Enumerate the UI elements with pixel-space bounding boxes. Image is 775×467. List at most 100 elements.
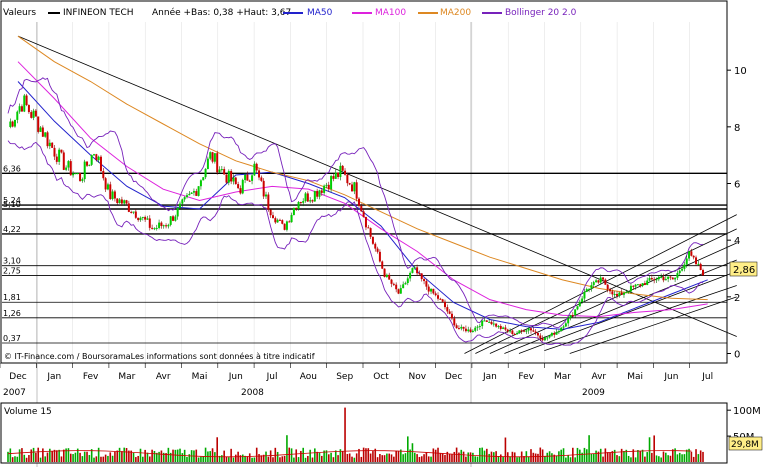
- candle-body: [16, 111, 19, 120]
- candle-body: [37, 116, 40, 132]
- candle-body: [625, 291, 628, 294]
- candle-body: [576, 306, 579, 310]
- x-tick-label: Jan: [46, 372, 61, 382]
- candle-body: [609, 289, 612, 292]
- candle-body: [323, 185, 326, 193]
- volume-bar: [432, 448, 435, 462]
- volume-bar: [618, 456, 621, 462]
- candle-body: [351, 184, 354, 192]
- volume-bar: [588, 435, 590, 462]
- candle-body: [520, 330, 523, 332]
- candle-body: [160, 222, 163, 227]
- volume-bar: [574, 457, 576, 462]
- volume-bar: [332, 457, 335, 462]
- volume-bar: [46, 452, 49, 462]
- volume-bar: [486, 448, 488, 462]
- candle-body: [151, 227, 154, 229]
- y-tick-label: 8: [734, 123, 740, 134]
- candle-body: [685, 258, 688, 265]
- y-tick-label: 10: [734, 66, 747, 77]
- main-plot-area: [0, 0, 728, 364]
- volume-bar: [453, 451, 456, 462]
- volume-bar: [595, 450, 597, 462]
- volume-bar: [109, 452, 112, 462]
- candle-body: [460, 326, 463, 329]
- candle-body: [569, 314, 572, 319]
- candle-body: [123, 200, 126, 204]
- volume-bar: [462, 451, 465, 462]
- volume-bar: [56, 450, 58, 462]
- candle-body: [611, 291, 614, 295]
- candle-body: [536, 332, 539, 336]
- candle-body: [374, 243, 377, 249]
- candle-body: [699, 263, 702, 270]
- volume-bar: [481, 447, 483, 462]
- candle-body: [529, 328, 532, 331]
- candle-body: [65, 167, 68, 170]
- candle-body: [441, 299, 444, 302]
- volume-bar: [397, 451, 400, 462]
- x-year-label: 2008: [241, 388, 264, 398]
- candle-body: [581, 298, 584, 303]
- candle-body: [420, 273, 423, 280]
- volume-bar: [393, 456, 395, 462]
- candle-body: [204, 168, 207, 178]
- candle-body: [183, 197, 186, 200]
- candle-body: [546, 337, 549, 339]
- candle-body: [260, 177, 263, 181]
- candle-body: [464, 328, 467, 332]
- volume-bar: [460, 449, 463, 462]
- candle-body: [671, 277, 674, 280]
- volume-bar: [44, 456, 46, 462]
- candle-body: [518, 330, 521, 334]
- candle-body: [378, 251, 381, 262]
- volume-bar: [58, 449, 60, 462]
- volume-bar: [362, 447, 365, 462]
- candle-body: [339, 165, 342, 178]
- volume-bar: [413, 452, 416, 462]
- volume-bar: [604, 448, 607, 462]
- candle-body: [430, 288, 433, 292]
- candle-body: [388, 274, 391, 280]
- candle-body: [578, 302, 581, 307]
- candle-body: [446, 307, 449, 312]
- volume-bar: [544, 456, 546, 462]
- volume-bar: [425, 452, 428, 462]
- volume-bar: [530, 449, 532, 462]
- volume-bar: [314, 448, 316, 462]
- volume-bar: [532, 452, 535, 462]
- candle-body: [290, 214, 293, 223]
- volume-bar: [72, 454, 74, 462]
- candle-body: [443, 301, 446, 308]
- candle-body: [195, 191, 198, 196]
- volume-bar: [497, 456, 500, 462]
- volume-bar: [660, 457, 662, 462]
- volume-bar: [258, 454, 260, 462]
- candle-body: [95, 154, 98, 161]
- volume-bar: [93, 457, 95, 462]
- volume-bar: [404, 453, 407, 462]
- candle-body: [179, 203, 182, 208]
- candle-body: [492, 323, 495, 325]
- y-tick-label: 0: [734, 350, 740, 361]
- candle-body: [141, 216, 144, 218]
- candle-body: [209, 152, 212, 159]
- volume-bar: [427, 456, 430, 462]
- candle-body: [223, 169, 226, 175]
- candle-body: [30, 112, 33, 118]
- candle-body: [169, 216, 172, 225]
- volume-bar: [32, 447, 35, 462]
- candle-body: [469, 329, 472, 332]
- candle-body: [511, 330, 514, 335]
- candle-body: [190, 192, 193, 194]
- candle-body: [25, 95, 28, 106]
- footer-note: © IT-Finance.com / BoursoramaLes informa…: [4, 351, 315, 361]
- volume-bar: [472, 452, 474, 462]
- candle-body: [404, 283, 407, 285]
- candle-body: [93, 154, 96, 156]
- volume-bar: [634, 457, 637, 462]
- volume-bar: [302, 447, 305, 462]
- volume-bar: [18, 449, 21, 462]
- candle-body: [592, 282, 595, 286]
- candle-body: [525, 330, 528, 332]
